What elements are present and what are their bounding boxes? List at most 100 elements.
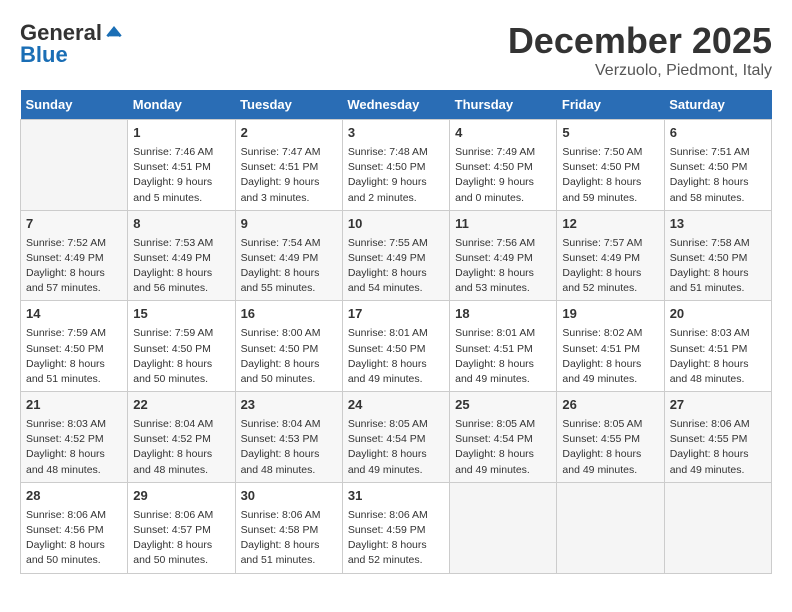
- day-info: Sunrise: 7:56 AM: [455, 236, 551, 251]
- day-number: 18: [455, 305, 551, 324]
- calendar-cell: 24Sunrise: 8:05 AMSunset: 4:54 PMDayligh…: [342, 392, 449, 483]
- day-info: Sunrise: 8:06 AM: [26, 508, 122, 523]
- day-info: Sunrise: 8:06 AM: [670, 417, 766, 432]
- day-number: 4: [455, 124, 551, 143]
- calendar-cell: 9Sunrise: 7:54 AMSunset: 4:49 PMDaylight…: [235, 210, 342, 301]
- day-info: Sunset: 4:50 PM: [455, 160, 551, 175]
- day-info: Sunset: 4:53 PM: [241, 432, 337, 447]
- week-row-2: 7Sunrise: 7:52 AMSunset: 4:49 PMDaylight…: [21, 210, 772, 301]
- day-info: Sunrise: 8:03 AM: [26, 417, 122, 432]
- day-info: and 49 minutes.: [670, 463, 766, 478]
- day-info: and 53 minutes.: [455, 281, 551, 296]
- day-info: Sunset: 4:55 PM: [670, 432, 766, 447]
- day-info: Sunset: 4:59 PM: [348, 523, 444, 538]
- day-info: Daylight: 8 hours: [133, 447, 229, 462]
- day-number: 21: [26, 396, 122, 415]
- header-day-friday: Friday: [557, 90, 664, 120]
- calendar-cell: 28Sunrise: 8:06 AMSunset: 4:56 PMDayligh…: [21, 482, 128, 573]
- calendar-cell: 5Sunrise: 7:50 AMSunset: 4:50 PMDaylight…: [557, 120, 664, 211]
- day-number: 27: [670, 396, 766, 415]
- day-number: 26: [562, 396, 658, 415]
- day-number: 20: [670, 305, 766, 324]
- day-info: Sunrise: 8:05 AM: [562, 417, 658, 432]
- day-info: Daylight: 8 hours: [562, 266, 658, 281]
- day-info: Daylight: 8 hours: [348, 538, 444, 553]
- day-info: Sunrise: 8:02 AM: [562, 326, 658, 341]
- calendar-cell: 7 Sunrise: 7:52 AMSunset: 4:49 PMDaylight…: [21, 210, 128, 301]
- day-info: and 58 minutes.: [670, 191, 766, 206]
- header-day-wednesday: Wednesday: [342, 90, 449, 120]
- day-info: Sunset: 4:51 PM: [455, 342, 551, 357]
- day-info: Sunrise: 8:04 AM: [133, 417, 229, 432]
- day-info: and 49 minutes.: [455, 372, 551, 387]
- day-number: 12: [562, 215, 658, 234]
- day-info: and 55 minutes.: [241, 281, 337, 296]
- calendar-cell: 4Sunrise: 7:49 AMSunset: 4:50 PMDaylight…: [450, 120, 557, 211]
- day-info: and 49 minutes.: [562, 372, 658, 387]
- day-info: Daylight: 8 hours: [26, 266, 122, 281]
- calendar-cell: 14Sunrise: 7:59 AMSunset: 4:50 PMDayligh…: [21, 301, 128, 392]
- calendar-body: 1Sunrise: 7:46 AMSunset: 4:51 PMDaylight…: [21, 120, 772, 574]
- calendar-cell: 12Sunrise: 7:57 AMSunset: 4:49 PMDayligh…: [557, 210, 664, 301]
- day-info: Sunset: 4:49 PM: [562, 251, 658, 266]
- day-info: Daylight: 8 hours: [26, 538, 122, 553]
- calendar-cell: 23Sunrise: 8:04 AMSunset: 4:53 PMDayligh…: [235, 392, 342, 483]
- calendar-cell: 10Sunrise: 7:55 AMSunset: 4:49 PMDayligh…: [342, 210, 449, 301]
- day-info: Sunset: 4:50 PM: [348, 160, 444, 175]
- day-info: and 57 minutes.: [26, 281, 122, 296]
- day-number: 11: [455, 215, 551, 234]
- day-info: and 50 minutes.: [241, 372, 337, 387]
- day-info: Sunrise: 8:03 AM: [670, 326, 766, 341]
- header-day-saturday: Saturday: [664, 90, 771, 120]
- day-info: and 56 minutes.: [133, 281, 229, 296]
- day-info: Sunset: 4:49 PM: [348, 251, 444, 266]
- day-info: Sunset: 4:55 PM: [562, 432, 658, 447]
- day-number: 29: [133, 487, 229, 506]
- week-row-5: 28Sunrise: 8:06 AMSunset: 4:56 PMDayligh…: [21, 482, 772, 573]
- day-number: 25: [455, 396, 551, 415]
- location-subtitle: Verzuolo, Piedmont, Italy: [508, 62, 772, 80]
- day-info: Daylight: 8 hours: [26, 357, 122, 372]
- day-info: Sunset: 4:49 PM: [455, 251, 551, 266]
- day-info: Sunrise: 8:06 AM: [133, 508, 229, 523]
- calendar-cell: [557, 482, 664, 573]
- calendar-cell: 21 Sunrise: 8:03 AMSunset: 4:52 PMDayligh…: [21, 392, 128, 483]
- day-number: 2: [241, 124, 337, 143]
- day-info: Daylight: 8 hours: [455, 447, 551, 462]
- day-info: Sunset: 4:49 PM: [133, 251, 229, 266]
- day-info: Sunrise: 7:52 AM: [26, 236, 122, 251]
- day-info: Sunrise: 8:01 AM: [348, 326, 444, 341]
- calendar-cell: 15Sunrise: 7:59 AMSunset: 4:50 PMDayligh…: [128, 301, 235, 392]
- day-info: Daylight: 8 hours: [241, 538, 337, 553]
- calendar-cell: 25Sunrise: 8:05 AMSunset: 4:54 PMDayligh…: [450, 392, 557, 483]
- day-info: Sunset: 4:50 PM: [348, 342, 444, 357]
- calendar-header: SundayMondayTuesdayWednesdayThursdayFrid…: [21, 90, 772, 120]
- calendar-cell: 3Sunrise: 7:48 AMSunset: 4:50 PMDaylight…: [342, 120, 449, 211]
- month-title: December 2025: [508, 20, 772, 62]
- calendar-cell: 8Sunrise: 7:53 AMSunset: 4:49 PMDaylight…: [128, 210, 235, 301]
- day-info: Daylight: 8 hours: [26, 447, 122, 462]
- day-info: Daylight: 9 hours: [133, 175, 229, 190]
- calendar-cell: 1Sunrise: 7:46 AMSunset: 4:51 PMDaylight…: [128, 120, 235, 211]
- day-number: 6: [670, 124, 766, 143]
- calendar-cell: [664, 482, 771, 573]
- day-info: Sunset: 4:52 PM: [133, 432, 229, 447]
- header-day-sunday: Sunday: [21, 90, 128, 120]
- day-info: Daylight: 8 hours: [348, 357, 444, 372]
- day-info: Daylight: 8 hours: [562, 447, 658, 462]
- page-header: General Blue December 2025 Verzuolo, Pie…: [20, 20, 772, 80]
- day-info: and 3 minutes.: [241, 191, 337, 206]
- day-info: Sunset: 4:51 PM: [133, 160, 229, 175]
- day-info: Sunset: 4:52 PM: [26, 432, 122, 447]
- day-info: Sunset: 4:49 PM: [26, 251, 122, 266]
- day-info: and 52 minutes.: [562, 281, 658, 296]
- day-info: Daylight: 8 hours: [562, 357, 658, 372]
- day-info: Sunset: 4:54 PM: [455, 432, 551, 447]
- day-info: and 49 minutes.: [562, 463, 658, 478]
- header-day-tuesday: Tuesday: [235, 90, 342, 120]
- day-number: 23: [241, 396, 337, 415]
- day-number: 7: [26, 215, 122, 234]
- calendar-cell: 29Sunrise: 8:06 AMSunset: 4:57 PMDayligh…: [128, 482, 235, 573]
- day-info: Sunrise: 7:49 AM: [455, 145, 551, 160]
- day-info: Daylight: 8 hours: [133, 538, 229, 553]
